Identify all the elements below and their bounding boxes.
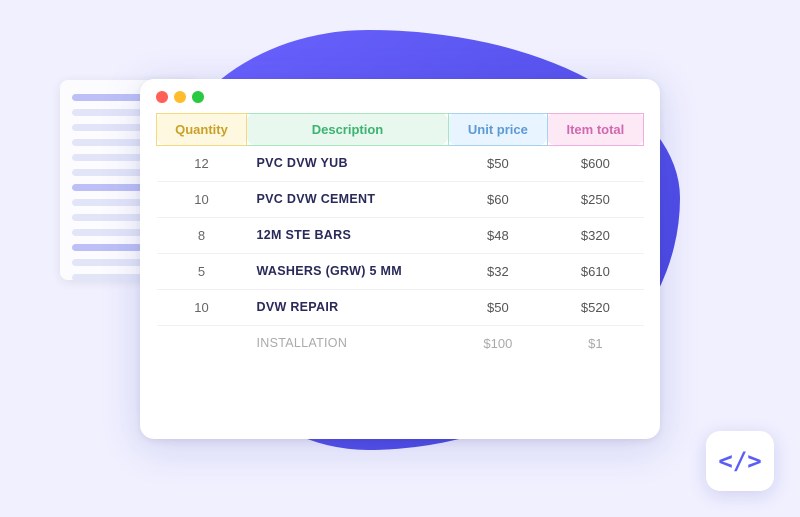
traffic-light-red[interactable] (156, 91, 168, 103)
col-header-item-total: Item total (547, 113, 643, 145)
doc-line (72, 199, 142, 206)
cell-description: PVC DVW CEMENT (247, 181, 449, 217)
doc-line (72, 244, 142, 251)
cell-unit-price: $48 (448, 217, 547, 253)
cell-unit-price: $60 (448, 181, 547, 217)
table-row: 812M STE BARS$48$320 (157, 217, 644, 253)
col-header-unit-price: Unit price (448, 113, 547, 145)
traffic-light-yellow[interactable] (174, 91, 186, 103)
table-body: 12PVC DVW YUB$50$60010PVC DVW CEMENT$60$… (157, 145, 644, 361)
cell-unit-price: $32 (448, 253, 547, 289)
table-row: 10PVC DVW CEMENT$60$250 (157, 181, 644, 217)
table-row: 10DVW REPAIR$50$520 (157, 289, 644, 325)
titlebar (140, 79, 660, 113)
cell-item-total: $610 (547, 253, 643, 289)
cell-quantity (157, 325, 247, 361)
cell-item-total: $600 (547, 145, 643, 181)
cell-item-total: $520 (547, 289, 643, 325)
table-container: Quantity Description Unit price Item tot… (140, 113, 660, 361)
col-header-quantity: Quantity (157, 113, 247, 145)
table-row: INSTALLATION$100$1 (157, 325, 644, 361)
traffic-light-green[interactable] (192, 91, 204, 103)
table-header-row: Quantity Description Unit price Item tot… (157, 113, 644, 145)
cell-item-total: $250 (547, 181, 643, 217)
cell-description: DVW REPAIR (247, 289, 449, 325)
cell-quantity: 12 (157, 145, 247, 181)
cell-quantity: 10 (157, 289, 247, 325)
cell-quantity: 5 (157, 253, 247, 289)
cell-description: WASHERS (GRW) 5 MM (247, 253, 449, 289)
cell-unit-price: $50 (448, 145, 547, 181)
cell-description: 12M STE BARS (247, 217, 449, 253)
cell-item-total: $320 (547, 217, 643, 253)
table-row: 12PVC DVW YUB$50$600 (157, 145, 644, 181)
col-header-description: Description (247, 113, 449, 145)
cell-quantity: 10 (157, 181, 247, 217)
cell-description: INSTALLATION (247, 325, 449, 361)
invoice-table: Quantity Description Unit price Item tot… (156, 113, 644, 361)
code-icon: </> (718, 447, 761, 475)
table-row: 5WASHERS (GRW) 5 MM$32$610 (157, 253, 644, 289)
main-window: Quantity Description Unit price Item tot… (140, 79, 660, 439)
cell-unit-price: $100 (448, 325, 547, 361)
cell-unit-price: $50 (448, 289, 547, 325)
doc-line (72, 154, 142, 161)
cell-item-total: $1 (547, 325, 643, 361)
cell-description: PVC DVW YUB (247, 145, 449, 181)
code-badge: </> (706, 431, 774, 491)
doc-line (72, 109, 142, 116)
cell-quantity: 8 (157, 217, 247, 253)
